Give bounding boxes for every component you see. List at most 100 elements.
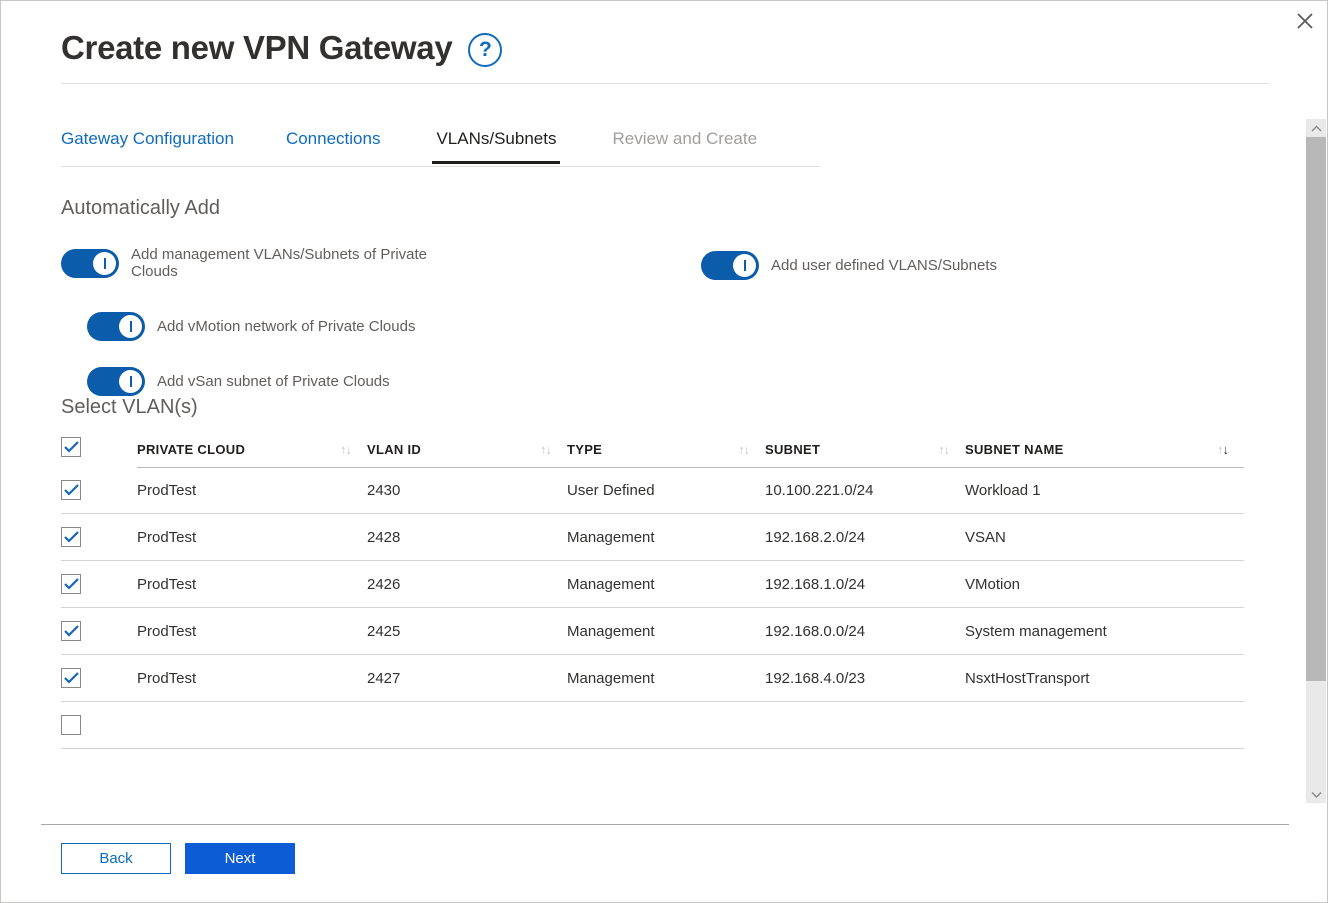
close-glyph <box>1297 13 1313 29</box>
cell-subnet-name <box>965 701 1244 749</box>
check-icon <box>63 625 79 637</box>
help-icon[interactable]: ? <box>468 33 503 67</box>
cell-private-cloud: ProdTest <box>137 467 367 514</box>
cell-subnet-name: VSAN <box>965 513 1244 561</box>
cell-private-cloud: ProdTest <box>137 607 367 655</box>
chevron-up-icon <box>1311 125 1321 131</box>
toggle-row-vsan-subnet: Add vSan subnet of Private Clouds <box>87 367 390 396</box>
cell-subnet-name: System management <box>965 607 1244 655</box>
column-header-subnet[interactable]: SUBNET ↑↓ <box>765 429 965 468</box>
row-select-cell <box>61 654 137 702</box>
row-checkbox[interactable] <box>61 668 81 688</box>
sort-icon-vlan-id[interactable]: ↑↓ <box>540 443 552 456</box>
toggle-add-user-defined-vlans[interactable] <box>701 251 759 280</box>
cell-type: Management <box>567 560 765 608</box>
check-icon <box>63 531 79 543</box>
cell-vlan-id <box>367 701 567 749</box>
check-icon <box>63 578 79 590</box>
content-scrollbar[interactable] <box>1306 119 1326 803</box>
table-row[interactable]: ProdTest 2430 User Defined 10.100.221.0/… <box>61 467 1244 514</box>
toggle-add-vmotion-network[interactable] <box>87 312 145 341</box>
toggle-label-add-management-vlans: Add management VLANs/Subnets of Private … <box>131 246 428 281</box>
toggle-knob-icon <box>119 370 142 393</box>
column-label-vlan-id: VLAN ID <box>367 441 422 457</box>
tab-review-and-create: Review and Create <box>612 119 757 164</box>
row-checkbox[interactable] <box>61 715 81 735</box>
column-label-subnet: SUBNET <box>765 441 821 457</box>
dialog-header: Create new VPN Gateway ? <box>61 29 1269 84</box>
cell-private-cloud: ProdTest <box>137 560 367 608</box>
toggle-add-vsan-subnet[interactable] <box>87 367 145 396</box>
back-button[interactable]: Back <box>61 843 171 874</box>
toggle-add-management-vlans[interactable] <box>61 248 119 278</box>
row-select-cell <box>61 467 137 514</box>
row-checkbox[interactable] <box>61 574 81 594</box>
dialog-content: Gateway Configuration Connections VLANs/… <box>61 119 1247 811</box>
toggle-label-add-vmotion-network: Add vMotion network of Private Clouds <box>157 317 416 335</box>
dialog-footer: Back Next <box>61 843 295 874</box>
toggle-row-user-defined-vlans: Add user defined VLANS/Subnets <box>701 251 997 280</box>
row-checkbox[interactable] <box>61 527 81 547</box>
toggle-knob-icon <box>733 254 756 277</box>
table-row[interactable]: ProdTest 2428 Management 192.168.2.0/24 … <box>61 513 1244 561</box>
sort-icon-subnet-name[interactable]: ↑↓ <box>1217 443 1229 456</box>
table-row[interactable]: ProdTest 2427 Management 192.168.4.0/23 … <box>61 654 1244 702</box>
row-select-cell <box>61 701 137 749</box>
table-row-partial[interactable] <box>61 701 1244 749</box>
toggle-row-management-vlans: Add management VLANs/Subnets of Private … <box>61 246 481 281</box>
cell-vlan-id: 2430 <box>367 467 567 514</box>
scrollbar-thumb[interactable] <box>1306 137 1326 681</box>
toggle-knob-icon <box>119 315 142 338</box>
row-select-cell <box>61 607 137 655</box>
row-checkbox[interactable] <box>61 621 81 641</box>
chevron-down-icon <box>1311 791 1321 798</box>
table-row[interactable]: ProdTest 2425 Management 192.168.0.0/24 … <box>61 607 1244 655</box>
column-header-type[interactable]: TYPE ↑↓ <box>567 429 765 468</box>
row-select-cell <box>61 560 137 608</box>
automatically-add-toggles: Add management VLANs/Subnets of Private … <box>61 246 1247 396</box>
cell-subnet-name: Workload 1 <box>965 467 1244 514</box>
sort-icon-type[interactable]: ↑↓ <box>738 443 750 456</box>
table-row[interactable]: ProdTest 2426 Management 192.168.1.0/24 … <box>61 560 1244 608</box>
column-header-vlan-id[interactable]: VLAN ID ↑↓ <box>367 429 567 468</box>
cell-subnet: 192.168.2.0/24 <box>765 513 965 561</box>
cell-type: Management <box>567 654 765 702</box>
check-icon <box>63 672 79 684</box>
column-header-private-cloud[interactable]: PRIVATE CLOUD ↑↓ <box>137 429 367 468</box>
cell-subnet <box>765 701 965 749</box>
vlan-table-body: ProdTest 2430 User Defined 10.100.221.0/… <box>61 467 1244 749</box>
tab-vlans-subnets[interactable]: VLANs/Subnets <box>432 119 561 165</box>
column-label-type: TYPE <box>567 441 603 457</box>
title-row: Create new VPN Gateway ? <box>61 29 1269 83</box>
cell-subnet: 192.168.0.0/24 <box>765 607 965 655</box>
footer-divider <box>41 824 1289 825</box>
row-select-cell <box>61 513 137 561</box>
select-all-checkbox[interactable] <box>61 437 81 457</box>
sort-icon-private-cloud[interactable]: ↑↓ <box>340 443 352 456</box>
toggle-knob-icon <box>93 251 116 275</box>
column-label-subnet-name: SUBNET NAME <box>965 441 1064 457</box>
vlan-table-container: PRIVATE CLOUD ↑↓ VLAN ID ↑↓ TYPE ↑↓ SUBN… <box>61 429 1247 749</box>
cell-vlan-id: 2427 <box>367 654 567 702</box>
row-checkbox[interactable] <box>61 480 81 500</box>
toggle-label-add-vsan-subnet: Add vSan subnet of Private Clouds <box>157 372 390 390</box>
tab-connections[interactable]: Connections <box>286 119 381 164</box>
close-icon[interactable] <box>1289 5 1321 37</box>
vlan-table-head: PRIVATE CLOUD ↑↓ VLAN ID ↑↓ TYPE ↑↓ SUBN… <box>61 429 1244 468</box>
cell-vlan-id: 2428 <box>367 513 567 561</box>
cell-private-cloud: ProdTest <box>137 513 367 561</box>
sort-icon-subnet[interactable]: ↑↓ <box>938 443 950 456</box>
column-header-subnet-name[interactable]: SUBNET NAME ↑↓ <box>965 429 1244 468</box>
tab-gateway-configuration[interactable]: Gateway Configuration <box>61 119 234 164</box>
scroll-down-icon[interactable] <box>1306 785 1326 803</box>
toggle-label-add-user-defined-vlans: Add user defined VLANS/Subnets <box>771 256 997 274</box>
cell-subnet: 10.100.221.0/24 <box>765 467 965 514</box>
cell-vlan-id: 2426 <box>367 560 567 608</box>
header-select-all-cell <box>61 429 137 467</box>
cell-subnet: 192.168.4.0/23 <box>765 654 965 702</box>
cell-type: Management <box>567 607 765 655</box>
check-icon <box>63 441 79 453</box>
next-button[interactable]: Next <box>185 843 295 874</box>
scroll-up-icon[interactable] <box>1306 119 1326 137</box>
check-icon <box>63 484 79 496</box>
